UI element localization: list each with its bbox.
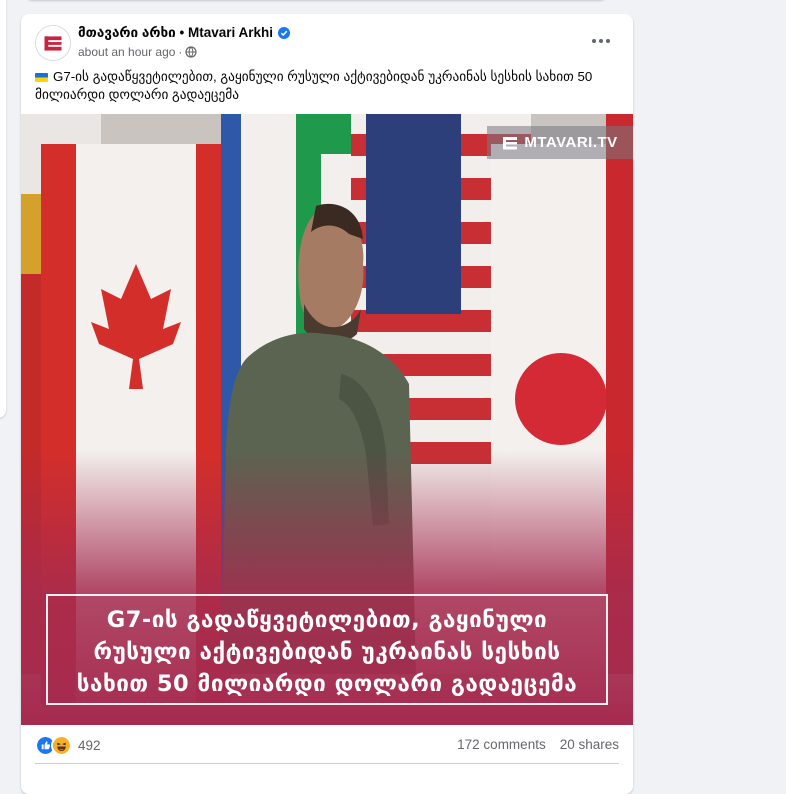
verified-badge-icon xyxy=(278,27,291,39)
more-options-button[interactable] xyxy=(583,27,619,55)
headline-line: სახით 50 მილიარდი დოლარი გადაეცემა xyxy=(76,671,578,697)
page-name-link[interactable]: მთავარი არხი • Mtavari Arkhi xyxy=(78,25,291,41)
ukraine-flag-icon xyxy=(35,73,48,82)
engagement-bar: 492 172 comments 20 shares xyxy=(21,725,633,785)
more-options-icon xyxy=(592,39,596,43)
comments-count-link[interactable]: 172 comments xyxy=(457,737,546,752)
headline-line: რუსული აქტივებიდან უკრაინას სესხის xyxy=(93,639,561,665)
feed-post-card: მთავარი არხი • Mtavari Arkhi about an ho… xyxy=(21,14,633,794)
reaction-count[interactable]: 492 xyxy=(78,738,101,753)
engagement-counts: 172 comments 20 shares xyxy=(457,737,619,752)
headline-line: G7-ის გადაწყვეტილებით, გაყინული xyxy=(106,607,548,633)
footer-divider xyxy=(35,763,619,764)
watermark-badge: MTAVARI.TV xyxy=(487,126,633,159)
page-name[interactable]: მთავარი არხი • Mtavari Arkhi xyxy=(78,25,273,41)
post-caption: G7-ის გადაწყვეტილებით, გაყინული რუსული ა… xyxy=(35,68,621,104)
reactions-summary[interactable]: 492 xyxy=(35,735,101,756)
post-meta: about an hour ago · xyxy=(78,45,198,59)
post-header: მთავარი არხი • Mtavari Arkhi about an ho… xyxy=(21,14,633,64)
mtavari-tv-logo-icon xyxy=(503,136,518,149)
haha-icon xyxy=(51,735,72,756)
headline-banner: G7-ის გადაწყვეტილებით, გაყინული რუსული ა… xyxy=(46,604,608,700)
globe-icon xyxy=(185,46,198,58)
meta-separator: · xyxy=(178,45,183,59)
post-text: G7-ის გადაწყვეტილებით, გაყინული რუსული ა… xyxy=(35,69,593,102)
post-image[interactable]: MTAVARI.TV G7-ის გადაწყვეტილებით, გაყინუ… xyxy=(21,114,633,725)
watermark-text: MTAVARI.TV xyxy=(524,134,618,151)
shares-count-link[interactable]: 20 shares xyxy=(560,737,619,752)
page-avatar[interactable] xyxy=(35,25,71,61)
post-timestamp[interactable]: about an hour ago xyxy=(78,45,175,59)
adjacent-panel-edge xyxy=(0,0,6,418)
mtavari-logo-icon xyxy=(36,26,70,60)
